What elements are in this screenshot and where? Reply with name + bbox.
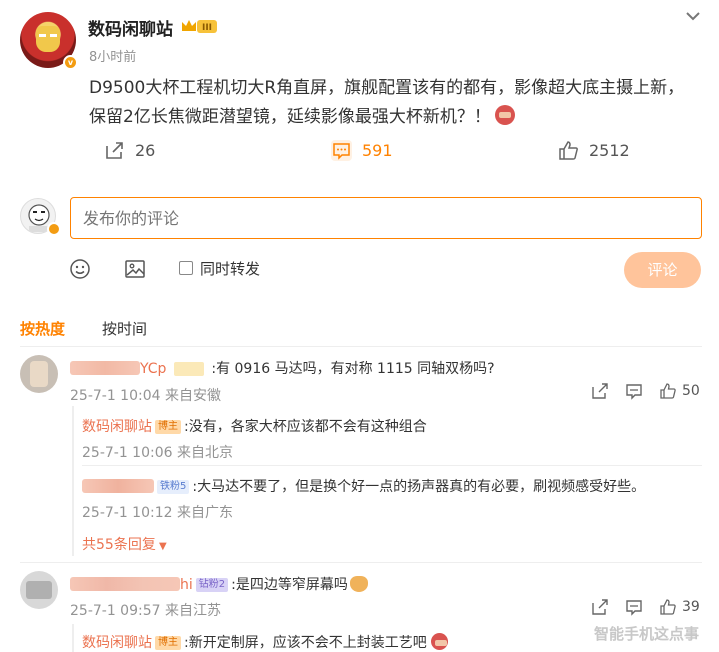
blurred-username bbox=[82, 479, 154, 493]
share-icon[interactable] bbox=[591, 598, 609, 616]
submit-comment-button[interactable]: 评论 bbox=[624, 252, 701, 288]
thumbs-up-icon bbox=[660, 383, 676, 399]
verified-badge-icon: v bbox=[63, 55, 78, 70]
emoji-icon bbox=[494, 105, 515, 125]
more-replies-link[interactable]: 共55条回复 ▼ bbox=[82, 534, 167, 554]
tab-sort-hot[interactable]: 按热度 bbox=[20, 318, 65, 339]
comment-actions: 39 bbox=[591, 598, 700, 616]
fan-badge bbox=[173, 362, 204, 376]
reply-author[interactable]: 数码闲聊站 bbox=[82, 419, 152, 435]
commenter-name[interactable]: YCp bbox=[140, 361, 166, 377]
comment-text: :有 0916 马达吗，有对称 1115 同轴双杨吗? bbox=[211, 361, 495, 377]
share-icon bbox=[106, 142, 123, 159]
reply-text: :新开定制屏，应该不会不上封装工艺吧 bbox=[184, 635, 427, 651]
repost-checkbox[interactable] bbox=[179, 261, 193, 275]
commenter-avatar[interactable] bbox=[20, 571, 58, 609]
reply-line: 铁粉5:大马达不要了，但是换个好一点的扬声器真的有必要，刷视频感受好些。 bbox=[82, 476, 645, 496]
share-icon[interactable] bbox=[591, 382, 609, 400]
host-badge: 博主 bbox=[155, 420, 181, 434]
comment-like-button[interactable]: 39 bbox=[659, 598, 700, 616]
like-button[interactable]: 2512 bbox=[558, 140, 630, 161]
verified-badge-icon bbox=[47, 222, 61, 236]
comment-meta: 25-7-1 10:04 来自安徽 bbox=[70, 388, 221, 404]
comment-input[interactable] bbox=[70, 197, 702, 239]
reply-icon[interactable] bbox=[625, 598, 643, 616]
reply-text: :没有，各家大杯应该都不会有这种组合 bbox=[184, 419, 427, 435]
cat-emoji-icon bbox=[349, 576, 368, 592]
author-name[interactable]: 数码闲聊站 bbox=[88, 15, 173, 40]
chevron-down-icon[interactable] bbox=[683, 8, 703, 24]
emoji-icon bbox=[430, 633, 448, 650]
comment-button[interactable]: 591 bbox=[331, 140, 393, 161]
divider bbox=[20, 346, 702, 347]
commenter-name[interactable]: hi bbox=[180, 577, 193, 593]
fan-badge: 铁粉5 bbox=[157, 480, 190, 494]
emoji-icon[interactable] bbox=[69, 258, 91, 280]
comment-like-count: 39 bbox=[682, 599, 700, 615]
divider bbox=[20, 562, 702, 563]
comment-like-button[interactable]: 50 bbox=[659, 382, 700, 400]
reply-meta: 25-7-1 10:12 来自广东 bbox=[82, 505, 233, 521]
like-count: 2512 bbox=[589, 141, 630, 160]
blurred-username bbox=[70, 361, 140, 375]
member-level-text: III bbox=[202, 23, 212, 33]
reply-line: 数码闲聊站 博主:没有，各家大杯应该都不会有这种组合 bbox=[82, 416, 427, 436]
reply-icon[interactable] bbox=[625, 382, 643, 400]
reply-text: :大马达不要了，但是换个好一点的扬声器真的有必要，刷视频感受好些。 bbox=[192, 479, 646, 495]
diamond-fan-badge: 钻粉2 bbox=[195, 578, 229, 592]
repost-count: 26 bbox=[135, 141, 156, 160]
thumbs-up-icon bbox=[559, 141, 578, 160]
repost-label: 同时转发 bbox=[200, 260, 261, 278]
comment-count: 591 bbox=[362, 141, 393, 160]
comment-icon bbox=[331, 140, 352, 161]
post-text: D9500大杯工程机切大R角直屏，旗舰配置该有的都有，影像超大底主摄上新，保留2… bbox=[89, 78, 685, 127]
reply-author[interactable]: 数码闲聊站 bbox=[82, 635, 152, 651]
commenter-avatar[interactable] bbox=[20, 355, 58, 393]
more-replies-text: 共55条回复 bbox=[82, 537, 156, 553]
divider bbox=[82, 465, 702, 466]
member-crown-icon: III bbox=[182, 20, 217, 33]
comment-actions: 50 bbox=[591, 382, 700, 400]
comment-text: :是四边等窄屏幕吗 bbox=[231, 577, 348, 593]
repost-button[interactable]: 26 bbox=[104, 140, 155, 161]
host-badge: 博主 bbox=[155, 636, 181, 650]
thumbs-up-icon bbox=[660, 599, 676, 615]
blurred-username bbox=[70, 577, 180, 591]
post-body: D9500大杯工程机切大R角直屏，旗舰配置该有的都有，影像超大底主摄上新，保留2… bbox=[89, 74, 701, 132]
image-icon[interactable] bbox=[124, 258, 146, 280]
reply-meta: 25-7-1 10:06 来自北京 bbox=[82, 445, 233, 461]
ironman-face bbox=[36, 26, 60, 52]
comment-like-count: 50 bbox=[682, 383, 700, 399]
post-time: 8小时前 bbox=[89, 50, 137, 65]
comment-line: hi 钻粉2:是四边等窄屏幕吗 bbox=[70, 574, 368, 594]
tab-sort-time[interactable]: 按时间 bbox=[102, 318, 147, 339]
watermark: 智能手机这点事 bbox=[594, 625, 700, 643]
caret-down-icon: ▼ bbox=[155, 541, 167, 552]
comment-line: YCp :有 0916 马达吗，有对称 1115 同轴双杨吗? bbox=[70, 358, 495, 378]
comment-meta: 25-7-1 09:57 来自江苏 bbox=[70, 603, 221, 619]
reply-line: 数码闲聊站 博主:新开定制屏，应该不会不上封装工艺吧 bbox=[82, 632, 448, 652]
